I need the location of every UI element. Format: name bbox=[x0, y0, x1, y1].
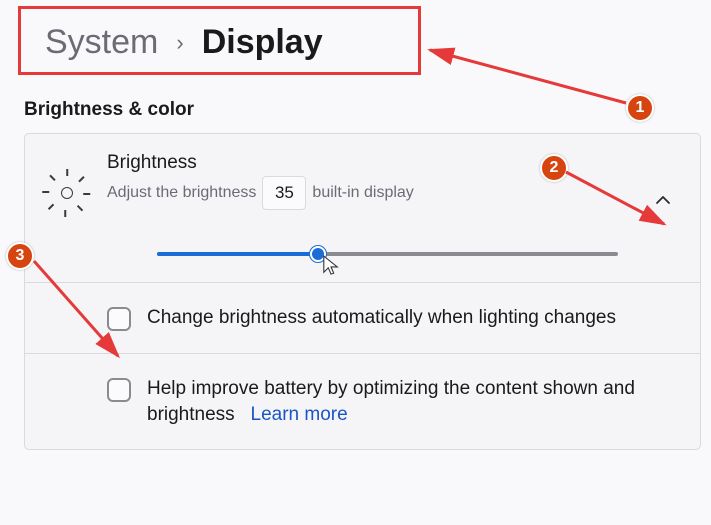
brightness-value-box[interactable]: 35 bbox=[262, 176, 306, 210]
chevron-up-icon bbox=[655, 192, 671, 208]
battery-optimize-row: Help improve battery by optimizing the c… bbox=[25, 353, 700, 449]
brightness-row: Brightness Adjust the brightness 35 buil… bbox=[25, 134, 700, 282]
brightness-card: Brightness Adjust the brightness 35 buil… bbox=[24, 133, 701, 450]
brightness-slider[interactable] bbox=[157, 244, 618, 264]
brightness-icon-col bbox=[47, 152, 87, 208]
section-title: Brightness & color bbox=[0, 81, 711, 133]
slider-thumb[interactable] bbox=[310, 246, 326, 262]
breadcrumb-current: Display bbox=[202, 23, 323, 62]
expand-toggle[interactable] bbox=[648, 152, 678, 208]
annotation-1: 1 bbox=[626, 94, 654, 122]
slider-fill bbox=[157, 252, 318, 256]
battery-optimize-label: Help improve battery by optimizing the c… bbox=[147, 376, 678, 427]
battery-optimize-text: Help improve battery by optimizing the c… bbox=[147, 378, 635, 425]
brightness-desc-prefix: Adjust the brightness bbox=[107, 184, 256, 202]
brightness-desc-suffix: built-in display bbox=[312, 184, 413, 202]
chevron-right-icon: › bbox=[176, 30, 183, 56]
sun-icon bbox=[52, 178, 82, 208]
auto-brightness-label: Change brightness automatically when lig… bbox=[147, 305, 616, 331]
auto-brightness-checkbox[interactable] bbox=[107, 307, 131, 331]
annotation-2: 2 bbox=[540, 154, 568, 182]
auto-brightness-row: Change brightness automatically when lig… bbox=[25, 282, 700, 353]
breadcrumb: System › Display bbox=[18, 6, 421, 75]
annotation-3: 3 bbox=[6, 242, 34, 270]
battery-optimize-checkbox[interactable] bbox=[107, 378, 131, 402]
breadcrumb-parent[interactable]: System bbox=[45, 23, 158, 62]
learn-more-link[interactable]: Learn more bbox=[251, 404, 348, 425]
